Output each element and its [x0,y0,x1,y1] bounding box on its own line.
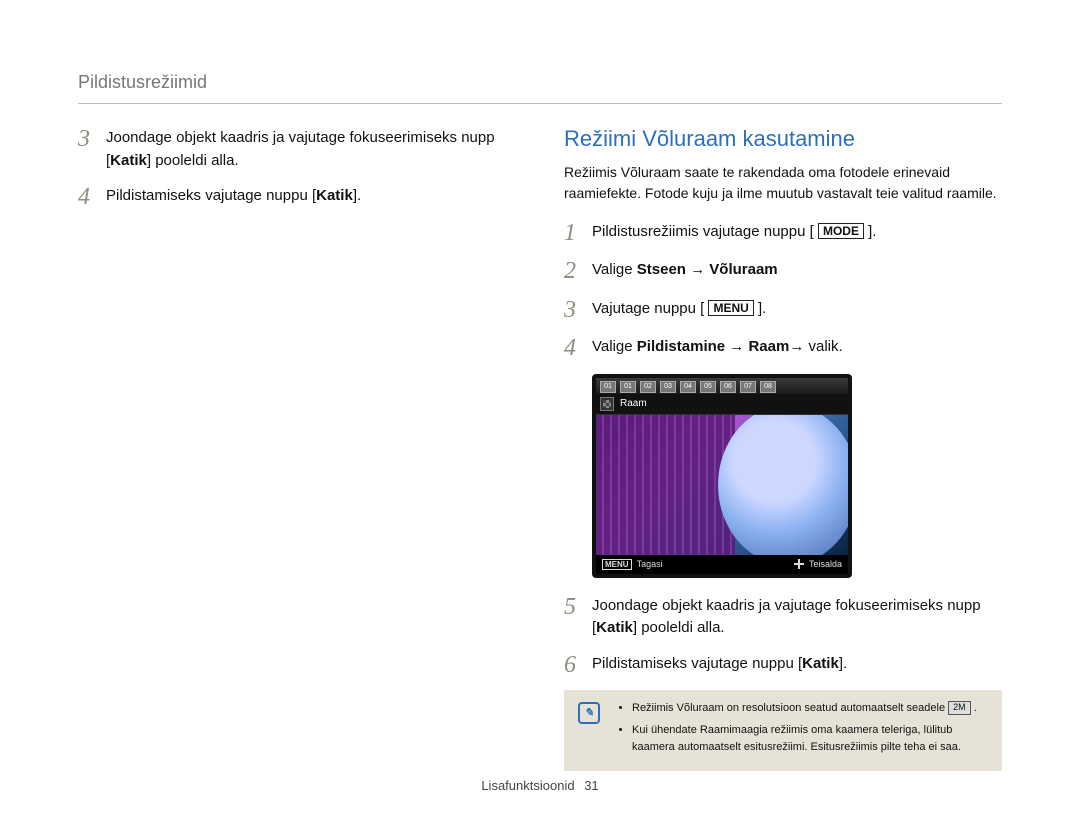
info-note: ✎ Režiimis Võluraam on resolutsioon seat… [564,690,1002,772]
step-number: 3 [78,126,106,172]
text: ]. [754,300,767,317]
text-bold: Katik [316,187,353,204]
text-bold: Pildistamine → Raam [637,338,790,355]
text-bold: Katik [596,619,633,636]
frame-tab-icon: 01 [620,381,636,393]
text: ]. [864,223,877,240]
text: Pildistusrežiimis vajutage nuppu [ [592,223,818,240]
resolution-badge: 2M [948,701,971,715]
step-number: 1 [564,220,592,246]
mannequin-head [718,415,848,555]
frame-tab-icon: 06 [720,381,736,393]
footer-section: Lisafunktsioonid [481,778,574,793]
step-number: 4 [564,335,592,361]
text: Pildistamiseks vajutage nuppu [ [592,655,802,672]
mode-button-label: MODE [818,223,864,239]
screenshot-bottom-bar: MENU Tagasi Teisalda [596,555,848,574]
text: ]. [839,655,847,672]
text: Vajutage nuppu [ [592,300,708,317]
move-label: Teisalda [809,559,842,569]
right-column: Režiimi Võluraam kasutamine Režiimis Võl… [564,126,1002,771]
section-intro: Režiimis Võluraam saate te rakendada oma… [564,162,1002,204]
page-footer: Lisafunktsioonid 31 [0,778,1080,793]
frame-tab-icon: 08 [760,381,776,393]
text: Režiimis Võluraam on resolutsioon seatud… [632,702,948,714]
text-bold: Katik [802,655,839,672]
note-list: Režiimis Võluraam on resolutsioon seatud… [616,700,988,762]
frame-tab-icon: 07 [740,381,756,393]
camera-ui-screenshot: 01 01 02 03 04 05 06 07 08 Raam [592,374,852,578]
screenshot-mode-label: Raam [620,398,647,409]
step-number: 2 [564,258,592,284]
page-header: Pildistusrežiimid [78,72,1002,104]
text: Pildistamiseks vajutage nuppu [ [106,187,316,204]
note-item: Režiimis Võluraam on resolutsioon seatud… [632,700,988,717]
dpad-move-icon [794,559,804,569]
step-number: 5 [564,594,592,640]
screenshot-tab-row: 01 01 02 03 04 05 06 07 08 [596,378,848,394]
step-text: Pildistusrežiimis vajutage nuppu [ MODE … [592,220,876,246]
step-text: Valige Stseen → Võluraam [592,258,778,284]
text-bold: Stseen → Võluraam [637,261,778,278]
grid-icon [600,397,614,411]
section-title: Režiimi Võluraam kasutamine [564,126,1002,152]
note-icon: ✎ [578,702,600,724]
step-number: 3 [564,297,592,323]
frame-tab-icon: 04 [680,381,696,393]
step-text: Joondage objekt kaadris ja vajutage foku… [106,126,516,172]
text: ]. [353,187,361,204]
graffiti-wall [596,415,735,555]
left-column: 3 Joondage objekt kaadris ja vajutage fo… [78,126,516,771]
content-columns: 3 Joondage objekt kaadris ja vajutage fo… [78,126,1002,771]
text: Valige [592,338,637,355]
step-text: Valige Pildistamine → Raam→ valik. [592,335,843,361]
menu-icon: MENU [602,559,632,570]
frame-tab-icon: 02 [640,381,656,393]
text: ] pooleldi alla. [633,619,725,636]
text: → valik. [789,338,842,355]
step-text: Vajutage nuppu [ MENU ]. [592,297,766,323]
screenshot-preview [596,415,848,555]
step-number: 6 [564,652,592,678]
screenshot-mode-row: Raam [596,394,848,415]
menu-button-label: MENU [708,300,753,316]
text: Kui ühendate Raamimaagia režiimis oma ka… [632,724,961,753]
page-number: 31 [584,778,598,793]
step-text: Pildistamiseks vajutage nuppu [Katik]. [106,184,361,210]
frame-tab-icon: 01 [600,381,616,393]
step-text: Joondage objekt kaadris ja vajutage foku… [592,594,1002,640]
text: Valige [592,261,637,278]
step-text: Pildistamiseks vajutage nuppu [Katik]. [592,652,847,678]
text: ] pooleldi alla. [147,152,239,169]
step-number: 4 [78,184,106,210]
back-label: Tagasi [637,559,663,569]
text: . [971,702,977,714]
note-item: Kui ühendate Raamimaagia režiimis oma ka… [632,722,988,755]
text-bold: Katik [110,152,147,169]
frame-tab-icon: 05 [700,381,716,393]
frame-tab-icon: 03 [660,381,676,393]
